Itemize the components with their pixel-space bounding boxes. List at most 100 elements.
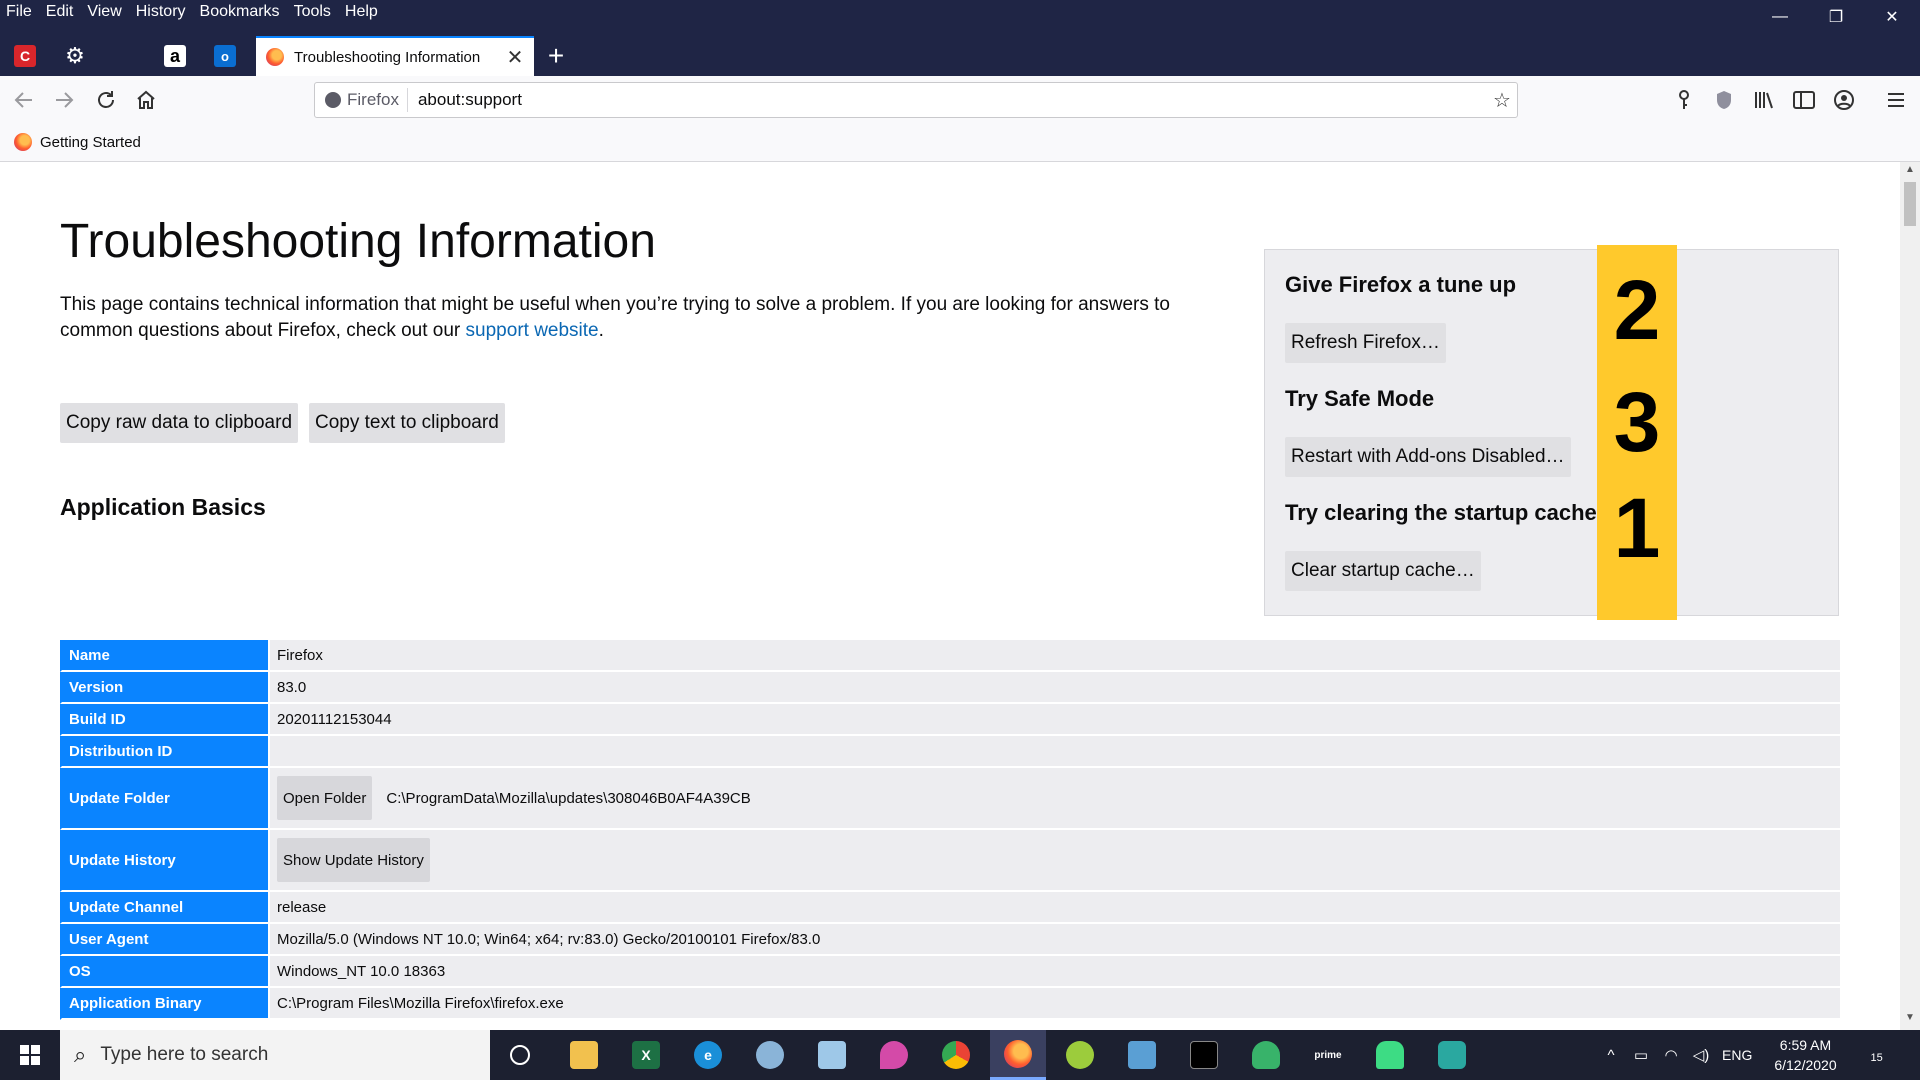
hamburger-menu-icon[interactable]: [1880, 84, 1912, 116]
row-label: Build ID: [60, 704, 270, 736]
account-icon[interactable]: [1828, 84, 1860, 116]
tab-troubleshooting[interactable]: Troubleshooting Information ✕: [256, 36, 534, 76]
close-tab-icon[interactable]: ✕: [502, 45, 528, 70]
row-value: Show Update History: [270, 830, 1840, 892]
menu-view[interactable]: View: [80, 0, 128, 24]
notes-icon[interactable]: [804, 1030, 860, 1080]
bookmark-getting-started[interactable]: Getting Started: [14, 133, 141, 151]
chevron-up-icon[interactable]: ^: [1596, 1047, 1626, 1064]
bookmark-label: Getting Started: [40, 133, 141, 151]
row-value: Open Folder C:\ProgramData\Mozilla\update…: [270, 768, 1840, 830]
menu-bookmarks[interactable]: Bookmarks: [193, 0, 287, 24]
intro-end: .: [598, 320, 604, 341]
file-explorer-icon[interactable]: [556, 1030, 612, 1080]
scroll-thumb[interactable]: [1904, 182, 1916, 226]
microsoft-logo-icon: [114, 45, 136, 67]
menu-edit[interactable]: Edit: [39, 0, 81, 24]
menu-help[interactable]: Help: [338, 0, 385, 24]
reload-button[interactable]: [90, 84, 122, 116]
url-input[interactable]: about:support: [418, 90, 1487, 110]
outlook-icon: o: [214, 45, 236, 67]
page-scrollbar[interactable]: ▲ ▼: [1900, 162, 1920, 1030]
scroll-up-icon[interactable]: ▲: [1900, 164, 1920, 180]
identity-box[interactable]: Firefox: [315, 88, 408, 112]
language-indicator[interactable]: ENG: [1722, 1047, 1752, 1063]
scroll-down-icon[interactable]: ▼: [1900, 1012, 1920, 1028]
restart-addons-disabled-button[interactable]: Restart with Add-ons Disabled…: [1285, 437, 1571, 477]
table-row: OS Windows_NT 10.0 18363: [60, 956, 1840, 988]
edge-icon[interactable]: e: [680, 1030, 736, 1080]
show-update-history-button[interactable]: Show Update History: [277, 838, 430, 882]
shield-icon[interactable]: [1708, 84, 1740, 116]
menu-file[interactable]: File: [0, 0, 39, 24]
search-icon: ⌕: [74, 1042, 87, 1067]
restore-button[interactable]: ❐: [1808, 0, 1864, 34]
new-tab-button[interactable]: +: [540, 36, 572, 76]
close-window-button[interactable]: ✕: [1864, 0, 1920, 34]
sidebar-icon[interactable]: [1788, 84, 1820, 116]
start-button[interactable]: [0, 1030, 60, 1080]
pinned-tab-microsoft[interactable]: [100, 36, 150, 76]
annotation-number-3: 3: [1613, 375, 1661, 469]
pinned-tab-c[interactable]: C: [0, 36, 50, 76]
keepass-icon[interactable]: [1238, 1030, 1294, 1080]
clock-date: 6/12/2020: [1774, 1057, 1837, 1073]
clear-startup-cache-button[interactable]: Clear startup cache…: [1285, 551, 1481, 591]
table-row: Update History Show Update History: [60, 830, 1840, 892]
passwords-key-icon[interactable]: [1668, 84, 1700, 116]
copy-raw-data-button[interactable]: Copy raw data to clipboard: [60, 403, 299, 443]
taskbar-search[interactable]: ⌕ Type here to search: [60, 1030, 490, 1080]
row-value: 83.0: [270, 672, 1840, 704]
notification-center-icon[interactable]: 15: [1857, 1045, 1897, 1066]
tab-strip: C ⚙ a o Troubleshooting Information ✕ +: [0, 36, 1920, 76]
window-controls: — ❐ ✕: [1752, 0, 1920, 34]
chrome-icon[interactable]: [928, 1030, 984, 1080]
row-label: Application Binary: [60, 988, 270, 1020]
back-button[interactable]: [8, 84, 40, 116]
android-robot-icon[interactable]: [1362, 1030, 1418, 1080]
drop-icon[interactable]: [866, 1030, 922, 1080]
paint-icon[interactable]: [742, 1030, 798, 1080]
row-label: OS: [60, 956, 270, 988]
support-website-link[interactable]: support website: [466, 320, 599, 341]
menu-history[interactable]: History: [129, 0, 193, 24]
tab-title: Troubleshooting Information: [294, 48, 481, 66]
pinned-tab-settings[interactable]: ⚙: [50, 36, 100, 76]
bookmark-star-icon[interactable]: ☆: [1487, 88, 1517, 113]
excel-icon[interactable]: X: [618, 1030, 674, 1080]
pinned-tab-amazon[interactable]: a: [150, 36, 200, 76]
clock-time: 6:59 AM: [1779, 1037, 1832, 1053]
table-row: Update Channel release: [60, 892, 1840, 924]
terminal-icon[interactable]: [1176, 1030, 1232, 1080]
android-icon[interactable]: [1052, 1030, 1108, 1080]
table-row: Update Folder Open Folder C:\ProgramData\…: [60, 768, 1840, 830]
safe-mode-heading: Try Safe Mode: [1285, 386, 1435, 411]
windows-taskbar: ⌕ Type here to search X e prime ^ ▭ ◠ ◁)…: [0, 1030, 1920, 1080]
firefox-tab-icon: [266, 48, 284, 66]
minimize-button[interactable]: —: [1752, 0, 1808, 34]
copy-text-button[interactable]: Copy text to clipboard: [309, 403, 505, 443]
battery-icon[interactable]: ▭: [1626, 1046, 1656, 1064]
row-label: User Agent: [60, 924, 270, 956]
wifi-icon[interactable]: ◠: [1656, 1046, 1686, 1064]
pinned-tab-outlook[interactable]: o: [200, 36, 250, 76]
forward-button[interactable]: [48, 84, 80, 116]
control-panel-icon[interactable]: [1114, 1030, 1170, 1080]
refresh-firefox-button[interactable]: Refresh Firefox…: [1285, 323, 1446, 363]
clock[interactable]: 6:59 AM 6/12/2020: [1774, 1035, 1836, 1075]
row-value: Firefox: [270, 640, 1840, 672]
row-value: C:\Program Files\Mozilla Firefox\firefox…: [270, 988, 1840, 1020]
vpn-shield-icon[interactable]: [1424, 1030, 1480, 1080]
open-folder-button[interactable]: Open Folder: [277, 776, 373, 820]
row-label: Name: [60, 640, 270, 672]
library-icon[interactable]: [1748, 84, 1780, 116]
url-bar[interactable]: Firefox about:support ☆: [314, 82, 1518, 118]
volume-icon[interactable]: ◁): [1686, 1046, 1716, 1064]
page-content: Troubleshooting Information This page co…: [0, 162, 1900, 1030]
firefox-taskbar-icon[interactable]: [990, 1030, 1046, 1080]
navigation-toolbar: Firefox about:support ☆: [0, 76, 1920, 124]
prime-video-icon[interactable]: prime: [1300, 1030, 1356, 1080]
home-button[interactable]: [130, 84, 162, 116]
cortana-icon[interactable]: [492, 1030, 548, 1080]
menu-tools[interactable]: Tools: [287, 0, 338, 24]
